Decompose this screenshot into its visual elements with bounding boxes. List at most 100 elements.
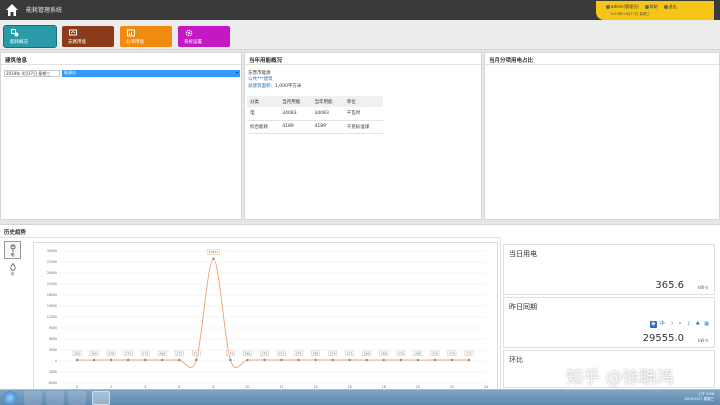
user-link[interactable]: admin(管理员) xyxy=(606,4,639,10)
floating-toolbar[interactable]: ◉ 中 ☽ • ♪ ♣ ▦ xyxy=(650,321,710,329)
taskbar-clock[interactable]: 上午 9:06 2019/4/17 星期三 xyxy=(684,392,714,402)
table-header: 单位 xyxy=(343,96,383,107)
user-icon xyxy=(606,5,610,9)
yesterday-usage-unit: kW·h xyxy=(697,338,708,343)
y-tick-label: 9000 xyxy=(49,326,57,330)
table-header: 当月用能 xyxy=(279,96,312,107)
tab-electricity[interactable]: 电 xyxy=(4,241,21,259)
divider xyxy=(1,64,241,65)
table-header-row: 分类 当月用能 当年用能 单位 xyxy=(247,96,383,107)
monthly-proportion-panel: 当月分项用电占比 xyxy=(484,52,720,220)
dot-icon: • xyxy=(678,321,682,327)
grid-icon: ▦ xyxy=(704,321,709,327)
branch-icon xyxy=(69,29,77,36)
building-type: 公共***建筑 xyxy=(248,77,273,82)
media-player-icon[interactable] xyxy=(68,391,86,405)
history-chart-svg: 3000027000240002100018000150001200090006… xyxy=(47,249,488,389)
nav-system-settings[interactable]: 系统设置 xyxy=(178,26,230,47)
tab-water[interactable]: 水 xyxy=(4,261,21,279)
data-label: 272 xyxy=(176,351,182,355)
series-line xyxy=(77,258,469,368)
data-point xyxy=(195,358,198,362)
y-tick-label: 24000 xyxy=(47,271,57,275)
data-point xyxy=(365,358,368,362)
data-label: 278 xyxy=(108,351,114,355)
yesterday-usage-card: 昨日同期 ◉ 中 ☽ • ♪ ♣ ▦ 29555.0 kW·h xyxy=(503,297,715,348)
taskbar: 上午 9:06 2019/4/17 星期三 xyxy=(0,389,720,405)
data-label: 274 xyxy=(125,351,131,355)
help-link[interactable]: 帮助 xyxy=(644,4,658,10)
y-tick-label: 0 xyxy=(55,359,57,363)
data-point xyxy=(229,358,232,362)
help-icon xyxy=(644,5,649,9)
ie-icon[interactable] xyxy=(24,391,42,405)
data-point xyxy=(348,358,351,362)
data-point xyxy=(144,358,147,362)
nav-branch-energy[interactable]: 支路用能 xyxy=(62,26,114,47)
data-label: 27877 xyxy=(209,250,219,254)
gear-icon xyxy=(185,29,193,37)
table-cell: 千克标准煤 xyxy=(343,120,383,134)
app-title: 能耗管理系统 xyxy=(26,7,63,14)
folder-icon[interactable] xyxy=(46,391,64,405)
logout-icon xyxy=(663,5,668,9)
history-trend-title: 历史趋势 xyxy=(4,230,27,236)
home-icon[interactable] xyxy=(5,3,19,17)
table-cell: 34083 xyxy=(279,107,312,121)
data-point xyxy=(280,358,283,362)
data-point xyxy=(109,358,113,362)
overview-icon xyxy=(11,29,19,37)
y-tick-label: 27000 xyxy=(47,260,57,264)
table-cell: 综合能耗 xyxy=(247,120,280,134)
shirt-icon: ♣ xyxy=(695,321,700,327)
data-label: 269 xyxy=(91,351,97,355)
building-info-panel: 建筑信息 2019年 4月17日 星期三 能源站 ▾ xyxy=(0,52,242,220)
data-label: 273 xyxy=(142,351,148,355)
building-select-value: 能源站 xyxy=(64,70,76,75)
data-point xyxy=(178,358,181,362)
divider xyxy=(500,237,501,389)
y-tick-label: 6000 xyxy=(49,337,57,341)
start-button[interactable] xyxy=(3,391,17,405)
browser-app-icon[interactable] xyxy=(92,391,110,405)
annual-usage-title: 当年用能概况 xyxy=(249,58,283,64)
data-label: 270 xyxy=(398,351,404,355)
monthly-proportion-title: 当月分项用电占比 xyxy=(489,58,534,64)
y-tick-label: 3000 xyxy=(49,348,57,352)
data-point xyxy=(161,358,164,362)
table-cell: 电 xyxy=(247,107,280,121)
chinese-input-icon: 中 xyxy=(659,321,665,327)
ratio-label: 环比 xyxy=(509,356,523,364)
data-point xyxy=(450,358,454,362)
y-tick-label: 12000 xyxy=(47,315,57,319)
divider xyxy=(0,237,500,238)
data-label: 270 xyxy=(432,351,438,355)
data-point xyxy=(126,358,130,362)
logout-link[interactable]: 退出 xyxy=(663,4,677,10)
yesterday-usage-label: 昨日同期 xyxy=(509,303,537,311)
data-label: 274 xyxy=(449,351,455,355)
data-label: 285 xyxy=(313,351,319,355)
y-tick-label: -3000 xyxy=(48,370,57,374)
logo-icon: ◉ xyxy=(650,321,657,328)
data-point xyxy=(331,358,334,362)
table-header: 分类 xyxy=(247,96,280,107)
current-datetime: 2019年04月17日 星期三 xyxy=(610,12,650,16)
y-tick-label: 15000 xyxy=(47,304,57,308)
data-label: 270 xyxy=(193,351,199,355)
today-usage-label: 当日用电 xyxy=(509,250,537,258)
data-label: 263 xyxy=(74,351,80,355)
data-point xyxy=(433,358,437,362)
data-label: 266 xyxy=(245,351,251,355)
data-point xyxy=(246,358,249,362)
table-header: 当年用能 xyxy=(311,96,344,107)
nav-item-energy[interactable]: 分项用能 xyxy=(120,26,172,47)
data-point xyxy=(75,358,79,362)
annual-usage-panel: 当年用能概况 东营市能源 公共***建筑 总建筑面积：1,000平方米 分类 当… xyxy=(244,52,482,220)
data-label: 269 xyxy=(364,351,370,355)
date-select[interactable]: 2019年 4月17日 星期三 xyxy=(4,70,60,77)
building-select[interactable]: 能源站 ▾ xyxy=(62,70,240,77)
building-info-title: 建筑信息 xyxy=(5,58,28,64)
data-label: 275 xyxy=(296,351,302,355)
nav-energy-overview[interactable]: 能耗概况 xyxy=(3,25,57,48)
